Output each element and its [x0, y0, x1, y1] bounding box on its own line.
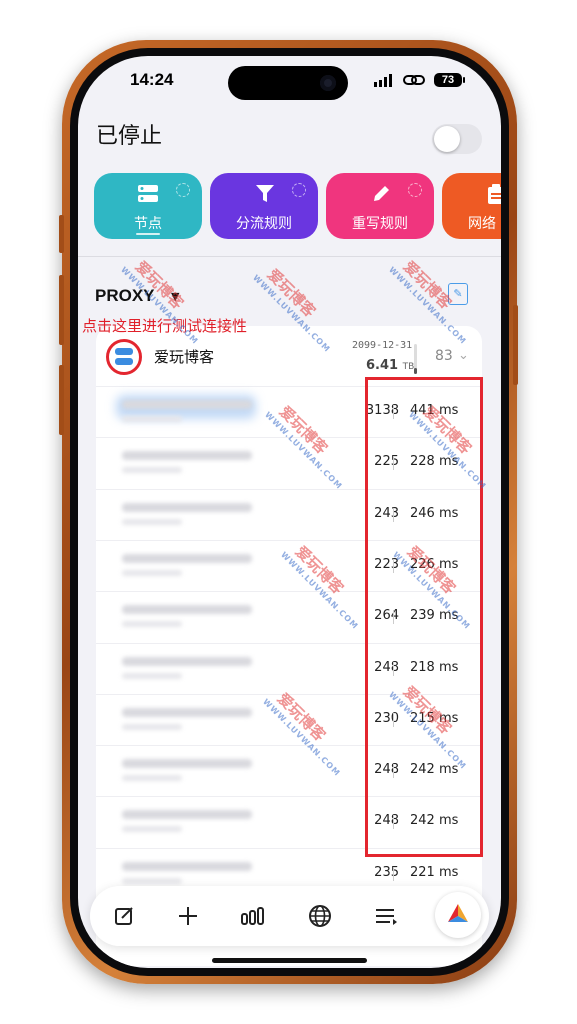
filter-icon	[256, 185, 274, 202]
node-sub-blurred	[122, 672, 182, 679]
link-icon	[403, 75, 425, 85]
chevron-down-icon[interactable]: ▼	[171, 290, 179, 303]
node-sub-blurred	[122, 416, 182, 422]
tab-label: 分流规则	[236, 216, 292, 232]
latency-highlight-box	[365, 377, 483, 857]
page-title: 已停止	[96, 124, 163, 149]
node-sub-blurred	[122, 723, 182, 730]
latency-separator	[393, 866, 394, 881]
node-sub-blurred	[122, 621, 182, 628]
power-button	[513, 305, 518, 385]
plus-icon[interactable]	[172, 900, 204, 932]
server-icon	[138, 185, 158, 202]
list-icon[interactable]	[370, 900, 402, 932]
node-name-blurred	[122, 451, 252, 461]
vpn-toggle[interactable]	[432, 124, 482, 154]
latency-tcp: 235	[374, 864, 399, 880]
watermark-text: 爱玩博客	[263, 265, 320, 321]
connectivity-test-icon[interactable]	[106, 339, 142, 375]
node-sub-blurred	[122, 877, 182, 884]
home-indicator	[212, 958, 367, 963]
dynamic-island	[228, 66, 348, 100]
stats-icon[interactable]	[237, 900, 269, 932]
node-name-blurred	[122, 810, 252, 820]
node-name-blurred	[122, 861, 252, 871]
tab-network[interactable]: 网络	[442, 173, 501, 239]
app-logo-icon	[448, 904, 468, 922]
action-button	[59, 215, 64, 253]
battery-indicator: 73	[434, 73, 465, 87]
node-name-blurred	[122, 707, 252, 717]
node-name-blurred	[122, 502, 252, 512]
clipboard-icon	[488, 184, 501, 204]
tab-rewrite[interactable]: 重写规则	[326, 173, 434, 239]
section-title[interactable]: PROXY	[95, 286, 155, 306]
bottom-toolbar	[90, 886, 489, 946]
traffic-bar	[414, 344, 417, 374]
node-name-blurred	[122, 400, 252, 409]
group-name: 爱玩博客	[154, 348, 215, 366]
node-count: 83	[435, 348, 453, 364]
traffic-unit: TB	[402, 362, 415, 372]
node-name-blurred	[122, 759, 252, 769]
edit-icon[interactable]	[108, 900, 140, 932]
tab-nodes[interactable]: 节点	[94, 173, 202, 239]
tab-label: 节点	[134, 216, 162, 232]
traffic-amount: 6.41 TB	[366, 358, 414, 373]
status-time: 14:24	[130, 70, 174, 89]
node-name-blurred	[122, 553, 252, 563]
annotation-text: 点击这里进行测试连接性	[82, 317, 248, 335]
tab-label: 网络	[468, 216, 496, 232]
chart-icon[interactable]: ✎	[448, 283, 468, 305]
app-logo-button[interactable]	[435, 892, 481, 938]
node-sub-blurred	[122, 518, 182, 525]
node-name-blurred	[122, 656, 252, 666]
volume-up-button	[59, 275, 64, 345]
cellular-icon	[374, 74, 392, 87]
node-sub-blurred	[122, 775, 182, 782]
tab-bar: 节点 分流规则 重写规则 网络	[94, 173, 501, 239]
expiry-date: 2099-12-31	[352, 340, 413, 351]
chevron-down-icon[interactable]: ⌄	[458, 348, 469, 363]
latency-ms: 221 ms	[410, 864, 459, 880]
node-sub-blurred	[122, 569, 182, 576]
traffic-value: 6.41	[366, 358, 399, 373]
pencil-icon	[374, 186, 389, 201]
tab-rules[interactable]: 分流规则	[210, 173, 318, 239]
node-sub-blurred	[122, 467, 182, 474]
watermark-text: 爱玩博客	[399, 257, 456, 313]
app-screen: 14:24 73 已停止 节点 分流规则 重写规则 网络 PROXY ▼ ✎ 爱…	[78, 56, 501, 968]
node-name-blurred	[122, 605, 252, 615]
globe-icon[interactable]	[304, 900, 336, 932]
header-divider	[78, 256, 501, 257]
node-sub-blurred	[122, 826, 182, 833]
volume-down-button	[59, 365, 64, 435]
tab-label: 重写规则	[352, 216, 408, 232]
